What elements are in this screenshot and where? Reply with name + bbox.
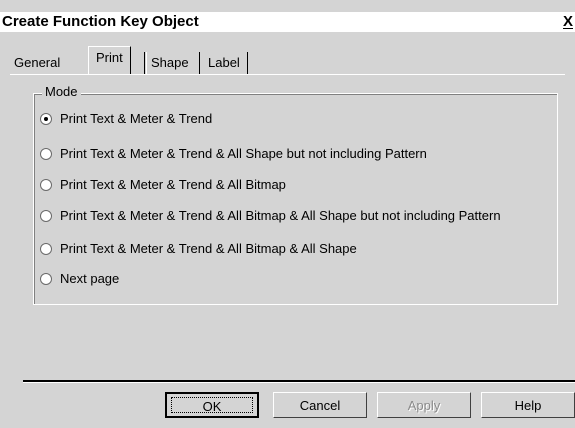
radio-option-label: Print Text & Meter & Trend & All Bitmap [60, 177, 286, 192]
radio-button-icon[interactable] [40, 178, 52, 191]
tab-general[interactable]: General [14, 52, 60, 74]
mode-label: Mode [42, 84, 81, 99]
tab-panel-border [10, 74, 565, 75]
tab-shape[interactable]: Shape [144, 52, 189, 74]
dialog-window: Create Function Key Object X General Pri… [0, 0, 575, 428]
radio-option-label: Print Text & Meter & Trend & All Shape b… [60, 146, 427, 161]
radio-option-5[interactable]: Print Text & Meter & Trend & All Bitmap … [40, 240, 357, 258]
ok-button[interactable]: OK [165, 392, 259, 418]
radio-option-2[interactable]: Print Text & Meter & Trend & All Shape b… [40, 145, 427, 163]
help-button[interactable]: Help [481, 392, 575, 418]
radio-option-4[interactable]: Print Text & Meter & Trend & All Bitmap … [40, 207, 501, 225]
radio-option-label: Print Text & Meter & Trend & All Bitmap … [60, 241, 357, 256]
close-icon[interactable]: X [563, 12, 574, 32]
radio-option-label: Print Text & Meter & Trend & All Bitmap … [60, 208, 501, 223]
radio-option-1[interactable]: Print Text & Meter & Trend [40, 110, 212, 128]
radio-button-icon[interactable] [40, 242, 52, 255]
radio-button-icon[interactable] [40, 209, 52, 222]
cancel-button[interactable]: Cancel [273, 392, 367, 418]
radio-button-icon[interactable] [40, 147, 52, 160]
tab-label[interactable]: Label [199, 52, 248, 74]
radio-option-label: Next page [60, 271, 120, 286]
radio-button-icon[interactable] [40, 112, 52, 125]
apply-button[interactable]: Apply [377, 392, 471, 418]
button-separator [23, 380, 575, 383]
ok-button-label: OK [171, 397, 253, 414]
tab-print[interactable]: Print [88, 46, 131, 75]
radio-option-label: Print Text & Meter & Trend [60, 111, 213, 126]
window-title: Create Function Key Object [2, 13, 199, 30]
radio-option-3[interactable]: Print Text & Meter & Trend & All Bitmap [40, 176, 286, 194]
title-bar: Create Function Key Object X [0, 12, 575, 32]
radio-button-icon[interactable] [40, 272, 52, 285]
radio-option-6[interactable]: Next page [40, 270, 119, 288]
